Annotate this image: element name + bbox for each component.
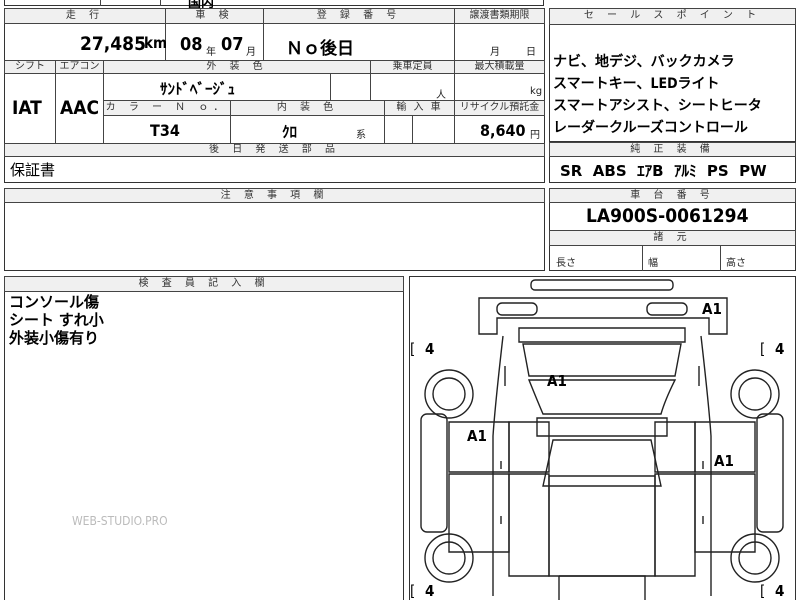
body-sides — [492, 335, 712, 596]
label-inspector: 検 査 員 記 入 欄 — [4, 276, 404, 292]
aircon-value: AAC — [60, 97, 100, 119]
recycle-value: 8,640 — [480, 121, 526, 140]
damage-mark-roof: A1 — [547, 372, 567, 390]
hood-outline — [558, 575, 646, 600]
sales-point-item: スマートキー、LEDライト — [553, 76, 720, 92]
label-transfer: 譲渡書類期限 — [454, 8, 545, 24]
color-no-value: T34 — [150, 121, 180, 140]
label-shift: シフト — [4, 60, 56, 74]
sales-point-item: スマートアシスト、シートヒータ — [553, 98, 762, 114]
inspector-notes: コンソール傷 シート すれ小 外装小傷有り — [9, 293, 104, 347]
later-parts-value: 保証書 — [10, 161, 56, 179]
label-notes: 注 意 事 項 欄 — [4, 188, 545, 203]
label-sales-point: セ ー ル ス ポ イ ン ト — [549, 8, 796, 25]
inspector-note: 外装小傷有り — [9, 329, 100, 347]
dim-length: 長さ — [556, 258, 576, 269]
label-max-load: 最大積載量 — [454, 60, 545, 74]
tread-right-front: 4 — [775, 582, 785, 600]
label-later-parts: 後 日 発 送 部 品 — [4, 143, 545, 157]
shaken-month: 07 — [221, 34, 244, 55]
tread-left-rear: 4 — [425, 340, 435, 358]
rear-spoiler-outline — [530, 279, 674, 291]
ext-color-value: ｻﾝﾄﾞﾍﾞｰｼﾞｭ — [160, 80, 236, 98]
floor-outline — [548, 475, 656, 577]
int-color-suffix: 系 — [356, 130, 366, 141]
label-import: 輸 入 車 — [384, 100, 455, 116]
capacity-unit: 人 — [436, 90, 446, 101]
genuine-equipment-value: SR ABS ｴｱB ｱﾙﾐ PS PW — [560, 162, 767, 180]
mileage-value: 27,485 — [80, 33, 146, 55]
side-skirt-left — [420, 413, 448, 533]
transfer-month: 月 — [490, 47, 500, 58]
tread-bracket-rf: [ — [760, 582, 766, 600]
inspector-note: シート すれ小 — [9, 311, 104, 329]
windshield — [542, 439, 662, 487]
shaken-year: 08 — [180, 34, 203, 55]
tailgate-top — [518, 327, 686, 343]
tread-bracket-lf: [ — [410, 582, 416, 600]
load-unit: kg — [530, 86, 543, 97]
door-right-front — [694, 473, 756, 553]
sales-point-item: レーダークルーズコントロール — [553, 120, 748, 136]
tread-left-front: 4 — [425, 582, 435, 600]
damage-mark-right: A1 — [714, 452, 734, 470]
sales-point-item: ナビ、地デジ、バックカメラ — [553, 54, 735, 70]
damage-mark-rear: A1 — [702, 300, 722, 318]
side-skirt-right — [756, 413, 784, 533]
damage-mark-left: A1 — [467, 427, 487, 445]
reg-no-value: Ｎｏ後日 — [286, 39, 354, 59]
wheel-right-rear — [730, 369, 780, 419]
shift-value: IAT — [12, 97, 42, 119]
label-genuine: 純 正 装 備 — [549, 142, 796, 157]
inspector-note: コンソール傷 — [9, 293, 100, 311]
label-aircon: エアコン — [55, 60, 104, 74]
label-int-color: 内 装 色 — [230, 100, 385, 116]
watermark: WEB-STUDIO.PRO — [72, 514, 168, 528]
roof — [536, 417, 668, 437]
mileage-unit: km — [144, 34, 168, 52]
wheel-left-rear — [424, 369, 474, 419]
shaken-month-unit: 月 — [246, 47, 256, 58]
label-shaken: 車 検 — [165, 8, 264, 24]
label-capacity: 乗車定員 — [370, 60, 455, 74]
label-color-no: カ ラ ー Ｎ ｏ． — [103, 100, 231, 116]
label-reg-no: 登 録 番 号 — [263, 8, 455, 24]
label-ext-color: 外 装 色 — [103, 60, 371, 74]
tread-right-rear: 4 — [775, 340, 785, 358]
dim-width: 幅 — [648, 258, 658, 269]
int-color-value: ｸﾛ — [282, 123, 298, 141]
door-left-front — [448, 473, 510, 553]
transfer-day: 日 — [526, 47, 536, 58]
tread-bracket-rr: [ — [760, 340, 766, 358]
label-dims: 諸 元 — [549, 230, 796, 246]
tread-bracket-lr: [ — [410, 340, 416, 358]
chassis-number: LA900S-0061294 — [586, 205, 749, 227]
shaken-year-unit: 年 — [206, 47, 216, 58]
label-recycle: リサイクル預託金 — [454, 100, 545, 116]
dim-height: 高さ — [726, 258, 746, 269]
recycle-unit: 円 — [530, 130, 540, 141]
rear-lamp-left — [496, 302, 538, 316]
label-mileage: 走 行 — [4, 8, 166, 24]
sales-point-list: ナビ、地デジ、バックカメラ スマートキー、LEDライト スマートアシスト、シート… — [553, 51, 762, 139]
label-chassis: 車 台 番 号 — [549, 188, 796, 203]
top-cropped-row — [4, 0, 544, 6]
rear-lamp-right — [646, 302, 688, 316]
